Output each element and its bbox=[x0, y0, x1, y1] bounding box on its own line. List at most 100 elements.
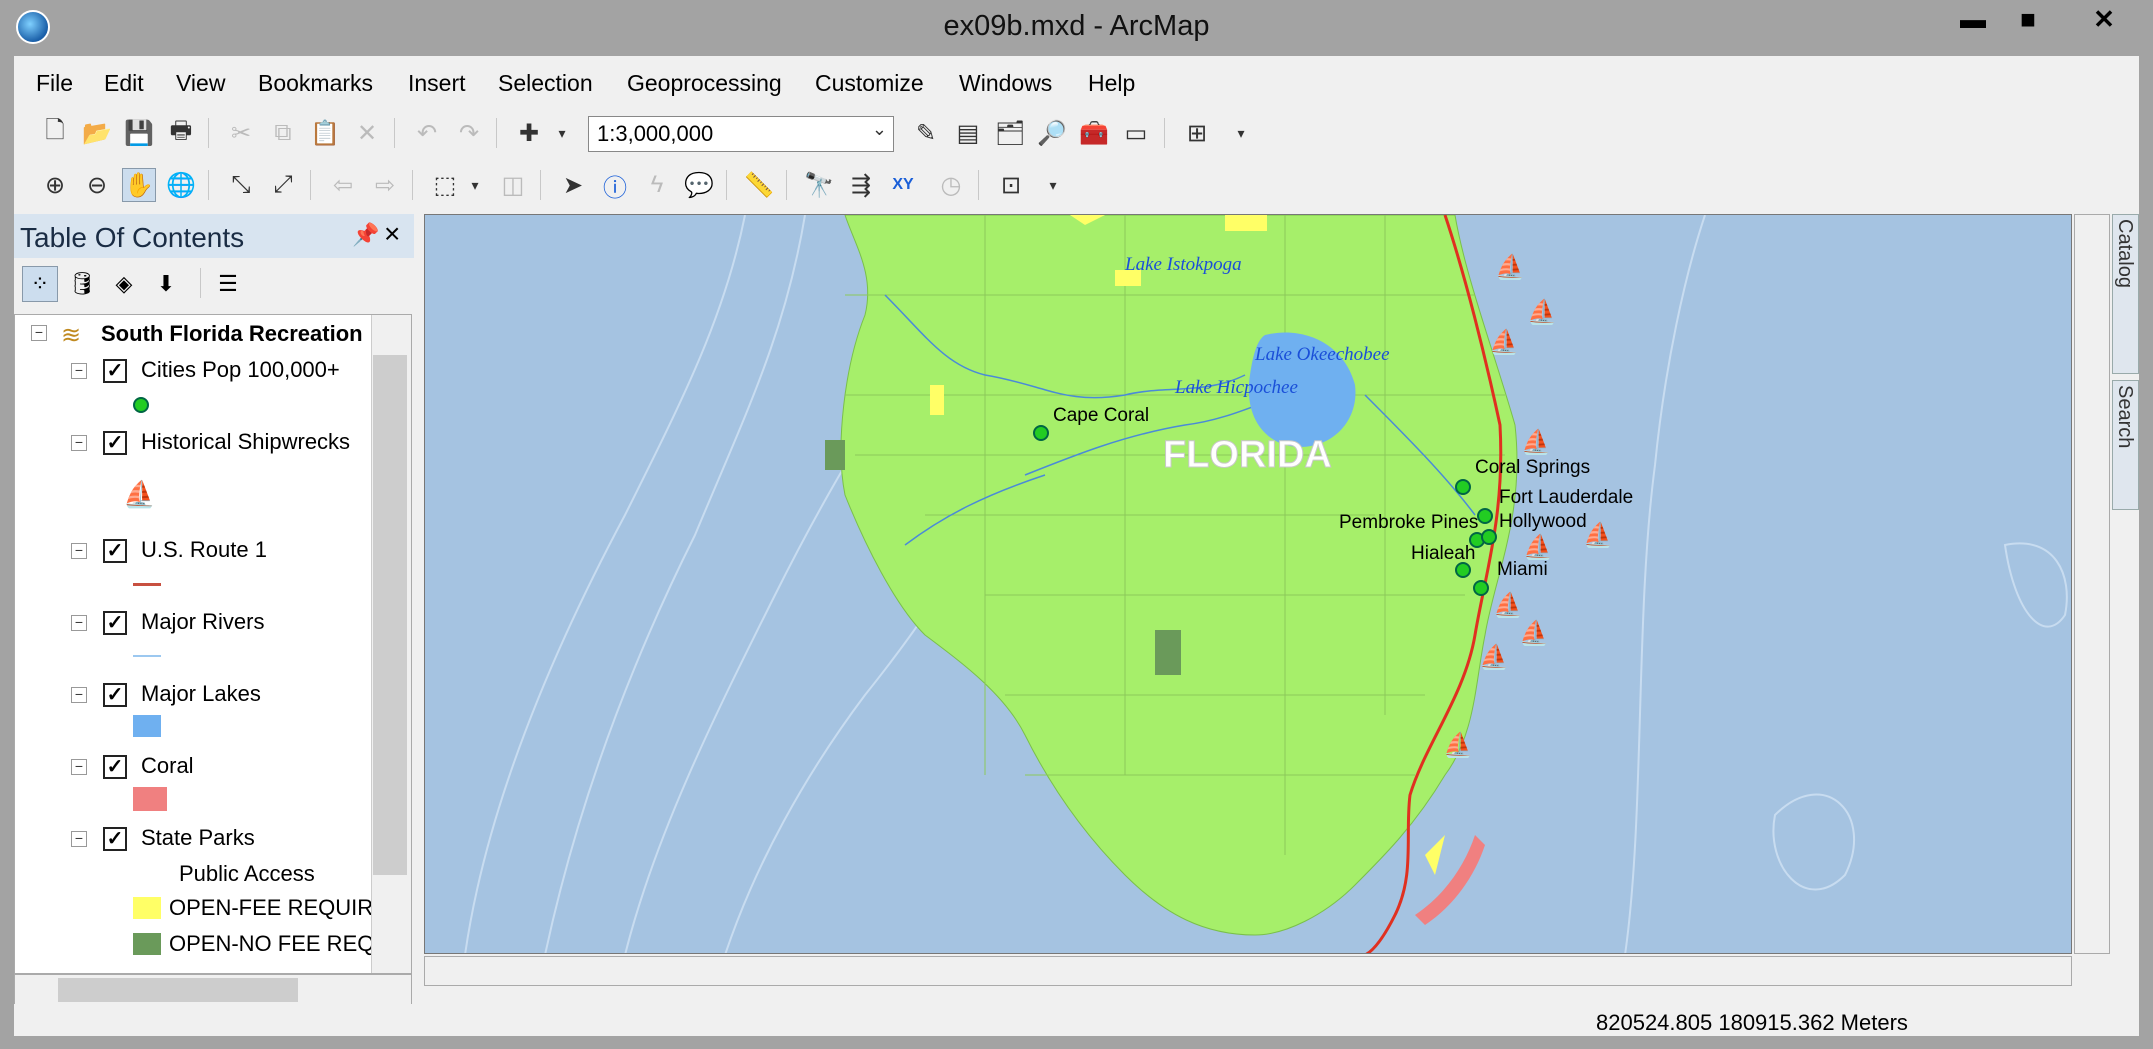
model-builder-icon[interactable]: ⊞ bbox=[1180, 116, 1214, 150]
map-view[interactable]: Lake Istokpoga Lake Okeechobee Lake Hicp… bbox=[424, 214, 2072, 954]
layer-name[interactable]: Cities Pop 100,000+ bbox=[141, 357, 340, 383]
minimize-button[interactable]: ▬ bbox=[1945, 0, 2001, 40]
hyperlink-icon[interactable]: ϟ bbox=[640, 168, 674, 202]
find-icon[interactable]: 🔭 bbox=[802, 168, 836, 202]
collapse-icon[interactable]: − bbox=[71, 363, 87, 379]
create-viewer-icon[interactable]: ⊡ bbox=[994, 168, 1028, 202]
data-frame-name[interactable]: South Florida Recreation bbox=[101, 321, 363, 347]
collapse-icon[interactable]: − bbox=[71, 759, 87, 775]
tools-options-icon[interactable]: ▾ bbox=[1044, 168, 1062, 202]
layer-name[interactable]: Major Lakes bbox=[141, 681, 261, 707]
time-slider-icon[interactable]: ◷ bbox=[934, 168, 968, 202]
forward-extent-icon[interactable]: ⇨ bbox=[368, 168, 402, 202]
pan-icon[interactable]: ✋ bbox=[122, 168, 156, 202]
identify-icon[interactable]: ⓘ bbox=[598, 168, 632, 202]
layer-name[interactable]: U.S. Route 1 bbox=[141, 537, 267, 563]
catalog-window-icon[interactable]: 🗂 bbox=[993, 116, 1027, 150]
go-to-xy-icon[interactable]: XY bbox=[886, 168, 920, 202]
chevron-down-icon: ⌄ bbox=[871, 119, 887, 139]
new-icon[interactable]: 🗋 bbox=[38, 116, 72, 150]
find-route-icon[interactable]: ⇶ bbox=[844, 168, 878, 202]
list-by-selection-icon[interactable]: ⬇ bbox=[148, 266, 184, 302]
select-dropdown-icon[interactable]: ▾ bbox=[466, 168, 484, 202]
layer-name[interactable]: State Parks bbox=[141, 825, 255, 851]
python-window-icon[interactable]: ▭ bbox=[1119, 116, 1153, 150]
shipwreck-icon: ⛵ bbox=[1527, 298, 1557, 326]
map-horizontal-scrollbar[interactable] bbox=[424, 956, 2072, 986]
editor-toolbar-icon[interactable]: ✎ bbox=[909, 116, 943, 150]
pin-icon[interactable]: 📌 bbox=[352, 222, 379, 248]
layer-checkbox[interactable]: ✓ bbox=[103, 431, 127, 455]
layer-name[interactable]: Coral bbox=[141, 753, 194, 779]
menu-help[interactable]: Help bbox=[1088, 70, 1135, 97]
menu-view[interactable]: View bbox=[176, 70, 225, 97]
menu-insert[interactable]: Insert bbox=[408, 70, 466, 97]
zoom-in-icon[interactable]: ⊕ bbox=[38, 168, 72, 202]
table-of-contents-icon[interactable]: ▤ bbox=[951, 116, 985, 150]
delete-icon[interactable]: ✕ bbox=[350, 116, 384, 150]
layer-name[interactable]: Historical Shipwrecks bbox=[141, 429, 350, 455]
toolbar-options-icon[interactable]: ▾ bbox=[1232, 116, 1250, 150]
menu-file[interactable]: File bbox=[36, 70, 73, 97]
layer-checkbox[interactable]: ✓ bbox=[103, 359, 127, 383]
list-by-drawing-order-icon[interactable]: ⁘ bbox=[22, 266, 58, 302]
map-lake-label: Lake Okeechobee bbox=[1254, 344, 1390, 365]
toc-hscroll-thumb[interactable] bbox=[58, 978, 298, 1002]
menu-customize[interactable]: Customize bbox=[815, 70, 924, 97]
toc-toolbar: ⁘ 🛢 ◈ ⬇ ☰ bbox=[14, 258, 414, 308]
paste-icon[interactable]: 📋 bbox=[308, 116, 342, 150]
select-features-icon[interactable]: ⬚ bbox=[428, 168, 462, 202]
menu-geoprocessing[interactable]: Geoprocessing bbox=[627, 70, 782, 97]
cut-icon[interactable]: ✂ bbox=[224, 116, 258, 150]
cursor-coordinates: 820524.805 180915.362 Meters bbox=[1596, 1010, 1908, 1035]
add-data-icon[interactable]: ✚ bbox=[512, 116, 546, 150]
back-extent-icon[interactable]: ⇦ bbox=[326, 168, 360, 202]
catalog-tab[interactable]: Catalog bbox=[2112, 214, 2139, 374]
redo-icon[interactable]: ↷ bbox=[452, 116, 486, 150]
collapse-icon[interactable]: − bbox=[71, 615, 87, 631]
full-extent-icon[interactable]: 🌐 bbox=[164, 168, 198, 202]
menu-selection[interactable]: Selection bbox=[498, 70, 593, 97]
print-icon[interactable]: 🖶 bbox=[164, 116, 198, 150]
menu-bookmarks[interactable]: Bookmarks bbox=[258, 70, 373, 97]
collapse-icon[interactable]: − bbox=[71, 687, 87, 703]
list-by-visibility-icon[interactable]: ◈ bbox=[106, 266, 142, 302]
layer-checkbox[interactable]: ✓ bbox=[103, 611, 127, 635]
menu-bar: File Edit View Bookmarks Insert Selectio… bbox=[14, 62, 2139, 102]
collapse-icon[interactable]: − bbox=[71, 435, 87, 451]
toc-scroll-thumb[interactable] bbox=[373, 355, 407, 875]
select-elements-icon[interactable]: ➤ bbox=[556, 168, 590, 202]
menu-edit[interactable]: Edit bbox=[104, 70, 144, 97]
html-popup-icon[interactable]: 💬 bbox=[682, 168, 716, 202]
map-scale-combo[interactable]: 1:3,000,000 ⌄ bbox=[588, 116, 894, 152]
fixed-zoom-in-icon[interactable]: ⤡ bbox=[224, 168, 258, 202]
menu-windows[interactable]: Windows bbox=[959, 70, 1052, 97]
zoom-out-icon[interactable]: ⊖ bbox=[80, 168, 114, 202]
close-button[interactable]: ✕ bbox=[2067, 0, 2141, 40]
copy-icon[interactable]: ⧉ bbox=[266, 116, 300, 150]
search-tab[interactable]: Search bbox=[2112, 380, 2139, 510]
layer-name[interactable]: Major Rivers bbox=[141, 609, 264, 635]
toc-options-icon[interactable]: ☰ bbox=[210, 266, 246, 302]
clear-selection-icon[interactable]: ◫ bbox=[496, 168, 530, 202]
collapse-icon[interactable]: − bbox=[71, 543, 87, 559]
close-icon[interactable]: × bbox=[384, 218, 400, 250]
undo-icon[interactable]: ↶ bbox=[410, 116, 444, 150]
arctoolbox-icon[interactable]: 🧰 bbox=[1077, 116, 1111, 150]
collapse-icon[interactable]: − bbox=[31, 325, 47, 341]
layer-checkbox[interactable]: ✓ bbox=[103, 683, 127, 707]
save-icon[interactable]: 💾 bbox=[122, 116, 156, 150]
layer-checkbox[interactable]: ✓ bbox=[103, 539, 127, 563]
map-vertical-scrollbar[interactable] bbox=[2074, 214, 2110, 954]
list-by-source-icon[interactable]: 🛢 bbox=[64, 266, 100, 302]
collapse-icon[interactable]: − bbox=[71, 831, 87, 847]
layer-checkbox[interactable]: ✓ bbox=[103, 755, 127, 779]
fixed-zoom-out-icon[interactable]: ⤢ bbox=[266, 168, 300, 202]
open-icon[interactable]: 📂 bbox=[80, 116, 114, 150]
maximize-button[interactable]: ■ bbox=[2000, 0, 2056, 40]
measure-icon[interactable]: 📏 bbox=[742, 168, 776, 202]
add-data-dropdown-icon[interactable]: ▾ bbox=[552, 116, 572, 150]
layer-checkbox[interactable]: ✓ bbox=[103, 827, 127, 851]
map-city-label: Coral Springs bbox=[1475, 457, 1590, 478]
search-window-icon[interactable]: 🔎 bbox=[1035, 116, 1069, 150]
